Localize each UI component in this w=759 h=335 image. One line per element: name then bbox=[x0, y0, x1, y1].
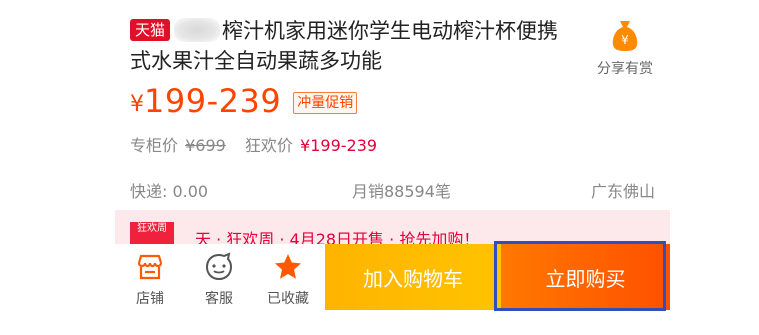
event-banner[interactable]: 狂欢周 天 · 狂欢周 · 4月28日开售 · 抢先加购！ bbox=[115, 210, 670, 246]
svg-text:¥: ¥ bbox=[621, 33, 629, 47]
product-detail-frame: 天猫 榨汁机家用迷你学生电动榨汁杯便携式水果汁全自动果蔬多功能 ¥ 分享有赏 ¥ … bbox=[115, 0, 670, 335]
counter-price-label: 专柜价 bbox=[130, 136, 179, 155]
tmall-badge: 天猫 bbox=[130, 19, 171, 41]
add-to-cart-button[interactable]: 加入购物车 bbox=[325, 244, 501, 310]
monthly-sales: 月销88594笔 bbox=[352, 182, 451, 201]
festival-price-value: ¥199-239 bbox=[300, 136, 378, 155]
store-button[interactable]: 店铺 bbox=[120, 244, 180, 310]
sub-price-row: 专柜价 ¥699 狂欢价 ¥199-239 bbox=[130, 132, 377, 156]
shipping-fee: 快递: 0.00 bbox=[130, 182, 209, 201]
bottom-action-bar: 店铺 客服 已收藏 加入购物车 立即购买 bbox=[115, 244, 670, 310]
money-bag-icon: ¥ bbox=[610, 18, 640, 52]
blurred-brand bbox=[174, 18, 221, 42]
buy-now-button[interactable]: 立即购买 bbox=[501, 244, 670, 310]
star-icon bbox=[273, 252, 303, 282]
event-text: 天 · 狂欢周 · 4月28日开售 · 抢先加购！ bbox=[195, 230, 480, 246]
price-range: 199-239 bbox=[144, 82, 282, 120]
customer-service-button[interactable]: 客服 bbox=[189, 244, 249, 310]
share-reward-button[interactable]: ¥ 分享有赏 bbox=[585, 18, 665, 78]
event-logo: 狂欢周 bbox=[130, 222, 174, 246]
counter-price-value: ¥699 bbox=[185, 136, 226, 155]
product-title-block: 天猫 榨汁机家用迷你学生电动榨汁杯便携式水果汁全自动果蔬多功能 bbox=[130, 16, 570, 76]
store-icon bbox=[135, 252, 165, 282]
favorite-button[interactable]: 已收藏 bbox=[258, 244, 318, 310]
promo-tag: 冲量促销 bbox=[293, 92, 358, 114]
festival-price-label: 狂欢价 bbox=[244, 136, 293, 155]
ship-from-location: 广东佛山 bbox=[590, 182, 655, 201]
share-label: 分享有赏 bbox=[597, 61, 653, 77]
store-label: 店铺 bbox=[136, 291, 164, 307]
favorited-label: 已收藏 bbox=[267, 291, 309, 307]
customer-service-label: 客服 bbox=[205, 291, 233, 307]
customer-service-icon bbox=[204, 252, 234, 282]
price-row: ¥ 199-239 冲量促销 bbox=[130, 82, 358, 120]
price-currency: ¥ bbox=[130, 91, 144, 117]
